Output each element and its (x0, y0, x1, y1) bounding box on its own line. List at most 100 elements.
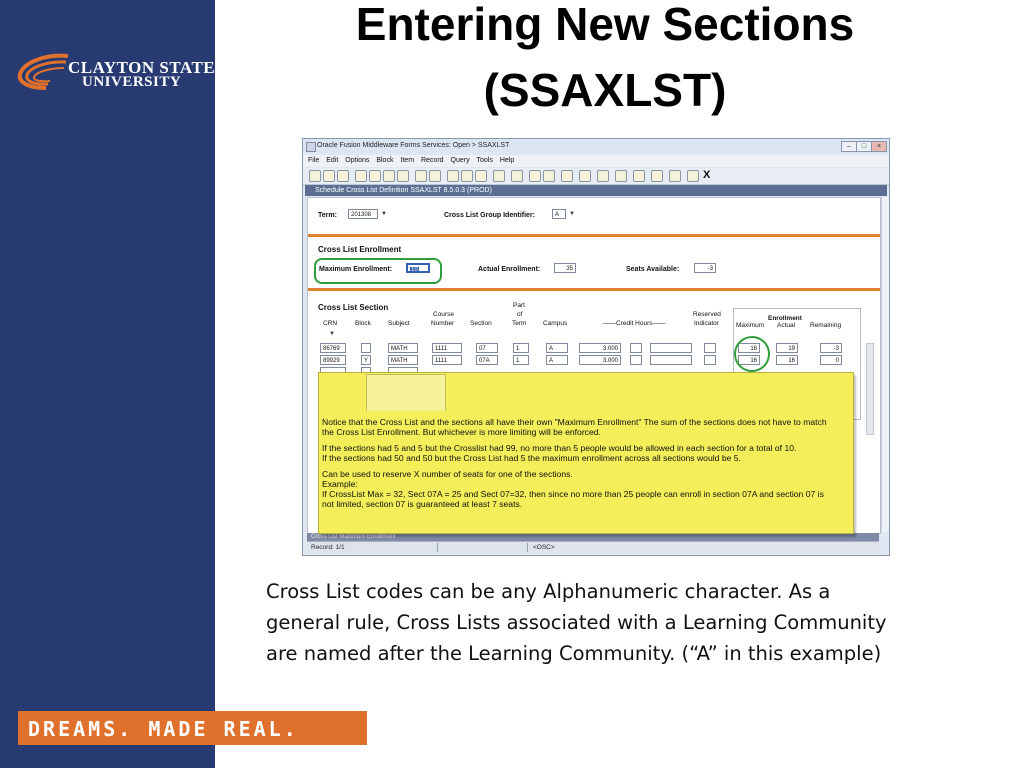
callout-line: If CrossList Max = 32, Sect 07A = 25 and… (322, 489, 824, 499)
term-field[interactable]: 201308 (348, 209, 378, 219)
actual-enrollment-field[interactable]: 35 (554, 263, 576, 273)
row2-reserved[interactable] (704, 355, 716, 365)
row2-credit-max[interactable] (650, 355, 692, 365)
row2-credit-ind[interactable] (630, 355, 642, 365)
printer-icon[interactable] (511, 170, 523, 182)
slide-caption: Cross List codes can be any Alphanumeric… (266, 576, 966, 669)
menu-help[interactable]: Help (500, 157, 514, 164)
row1-credit[interactable]: 3.000 (579, 343, 621, 353)
caption-line: general rule, Cross Lists associated wit… (266, 611, 887, 634)
refresh-icon[interactable] (633, 170, 645, 182)
document-icon[interactable] (669, 170, 681, 182)
row1-crn[interactable]: 86769 (320, 343, 346, 353)
menu-query[interactable]: Query (451, 157, 470, 164)
save-icon[interactable] (309, 170, 321, 182)
window-titlebar: Oracle Fusion Middleware Forms Services:… (303, 139, 889, 153)
exit-icon[interactable]: X (703, 169, 710, 181)
print-icon[interactable] (337, 170, 349, 182)
divider (308, 288, 880, 291)
row2-credit[interactable]: 3.000 (579, 355, 621, 365)
row2-section[interactable]: 07A (476, 355, 498, 365)
row2-campus[interactable]: A (546, 355, 568, 365)
rollback-icon[interactable] (323, 170, 335, 182)
col-crn: CRN (323, 320, 338, 327)
callout-line: If the sections had 50 and 50 but the Cr… (322, 453, 741, 463)
info-icon[interactable] (651, 170, 663, 182)
seats-available-field[interactable]: -3 (694, 263, 716, 273)
help-icon[interactable] (529, 170, 541, 182)
record-prev-icon[interactable] (383, 170, 395, 182)
row1-credit-max[interactable] (650, 343, 692, 353)
rows-scrollbar[interactable] (866, 343, 874, 435)
insert-record-icon[interactable] (447, 170, 459, 182)
row1-subject[interactable]: MATH (388, 343, 418, 353)
row1-reserved[interactable] (704, 343, 716, 353)
clear-record-icon[interactable] (475, 170, 487, 182)
menu-tools[interactable]: Tools (477, 157, 493, 164)
edit-icon[interactable] (579, 170, 591, 182)
menu-record[interactable]: Record (421, 157, 444, 164)
callout-pointer (366, 374, 446, 411)
row2-remaining[interactable]: 0 (820, 355, 842, 365)
col-part-2: of (517, 311, 523, 318)
copy-icon[interactable] (597, 170, 609, 182)
row2-course[interactable]: 1111 (432, 355, 462, 365)
section-maximum-highlight (734, 336, 770, 372)
col-course-bottom: Number (431, 320, 455, 327)
query-icon[interactable] (493, 170, 505, 182)
row1-actual[interactable]: 19 (776, 343, 798, 353)
callout-line: Notice that the Cross List and the secti… (322, 417, 827, 427)
search-icon[interactable] (415, 170, 427, 182)
row1-course[interactable]: 1111 (432, 343, 462, 353)
chevron-down-icon[interactable]: ▼ (568, 209, 576, 219)
callout-line: Example: (322, 479, 358, 489)
group-label: Cross List Group Identifier: (444, 212, 536, 219)
block-prev-icon[interactable] (355, 170, 367, 182)
row2-part[interactable]: 1 (513, 355, 529, 365)
block-next-icon[interactable] (369, 170, 381, 182)
col-course-top: Course (433, 311, 454, 318)
slogan-banner: DREAMS. MADE REAL. (18, 711, 367, 745)
record-next-icon[interactable] (397, 170, 409, 182)
row1-section[interactable]: 07 (476, 343, 498, 353)
col-reserved-top: Reserved (693, 311, 721, 318)
options-icon[interactable] (429, 170, 441, 182)
row1-campus[interactable]: A (546, 343, 568, 353)
calendar-icon[interactable] (543, 170, 555, 182)
chevron-down-icon[interactable]: ▼ (328, 329, 336, 339)
menu-edit[interactable]: Edit (326, 157, 338, 164)
row2-crn[interactable]: 89929 (320, 355, 346, 365)
form-scrollbar[interactable] (881, 197, 889, 532)
close-icon[interactable]: × (871, 141, 887, 152)
menu-item[interactable]: Item (400, 157, 414, 164)
minimize-icon[interactable]: – (841, 141, 857, 152)
menu-bar: File Edit Options Block Item Record Quer… (303, 155, 889, 167)
delete-record-icon[interactable] (461, 170, 473, 182)
menu-block[interactable]: Block (376, 157, 393, 164)
link-icon[interactable] (561, 170, 573, 182)
row2-subject[interactable]: MATH (388, 355, 418, 365)
col-subject: Subject (388, 320, 410, 327)
toolbar: X (303, 168, 889, 185)
menu-file[interactable]: File (308, 157, 319, 164)
col-reserved-bottom: Indicator (694, 320, 719, 327)
col-block: Block (355, 320, 371, 327)
tab-icon[interactable] (615, 170, 627, 182)
status-divider (437, 543, 438, 552)
term-label: Term: (318, 212, 337, 219)
col-enrollment: Enrollment (768, 315, 802, 322)
row1-credit-ind[interactable] (630, 343, 642, 353)
col-part-1: Part (513, 302, 525, 309)
row1-block[interactable] (361, 343, 371, 353)
menu-options[interactable]: Options (345, 157, 369, 164)
app-icon (306, 142, 316, 152)
bookmark-icon[interactable] (687, 170, 699, 182)
row1-remaining[interactable]: -3 (820, 343, 842, 353)
row2-actual[interactable]: 16 (776, 355, 798, 365)
max-enrollment-field[interactable]: 10 (406, 263, 430, 273)
maximize-icon[interactable]: □ (856, 141, 872, 152)
group-field[interactable]: A (552, 209, 566, 219)
row2-block[interactable]: Y (361, 355, 371, 365)
chevron-down-icon[interactable]: ▼ (380, 209, 388, 219)
row1-part[interactable]: 1 (513, 343, 529, 353)
